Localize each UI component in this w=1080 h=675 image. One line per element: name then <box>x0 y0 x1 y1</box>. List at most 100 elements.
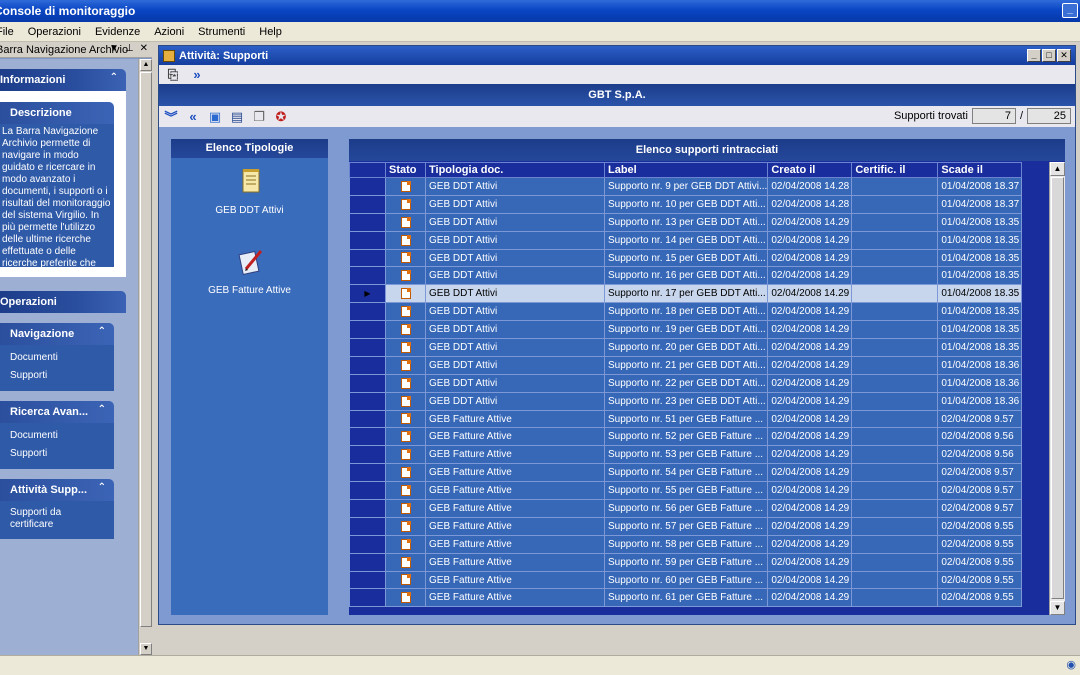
section-navigazione-header[interactable]: Navigazione ⌃ <box>0 323 114 345</box>
dropdown-icon[interactable]: ▼ <box>109 43 119 54</box>
menu-operazioni[interactable]: Operazioni <box>21 26 88 38</box>
group-informazioni-header[interactable]: Informazioni ⌃ <box>0 69 126 91</box>
collapse-icon[interactable]: ⌃ <box>110 72 118 83</box>
table-row[interactable]: GEB DDT Attivi Supporto nr. 14 per GEB DD… <box>349 230 1023 250</box>
expand-down-icon[interactable]: ︾ <box>163 109 179 125</box>
group-operazioni-header[interactable]: Operazioni <box>0 291 126 313</box>
row-indicator[interactable] <box>349 499 386 518</box>
row-indicator[interactable] <box>349 194 386 214</box>
table-row[interactable]: GEB DDT Attivi Supporto nr. 19 per GEB DD… <box>349 320 1023 340</box>
child-maximize-button[interactable]: □ <box>1042 49 1056 62</box>
row-indicator[interactable] <box>349 552 386 572</box>
table-row[interactable]: GEB Fatture Attive Supporto nr. 55 per GE… <box>349 481 1023 501</box>
row-indicator[interactable] <box>349 338 386 357</box>
scroll-thumb[interactable] <box>1051 177 1064 599</box>
row-indicator[interactable] <box>349 212 386 232</box>
scroll-up-icon[interactable]: ▲ <box>1050 162 1065 176</box>
row-indicator[interactable] <box>349 373 386 393</box>
menu-help[interactable]: Help <box>252 26 289 38</box>
child-minimize-button[interactable]: _ <box>1027 49 1041 62</box>
link-supporti[interactable]: Supporti <box>10 367 104 385</box>
row-indicator[interactable] <box>349 266 386 286</box>
scroll-down-icon[interactable]: ▼ <box>1050 601 1065 615</box>
minimize-button[interactable]: _ <box>1062 3 1078 18</box>
table-row[interactable]: GEB Fatture Attive Supporto nr. 56 per GE… <box>349 499 1023 518</box>
table-row[interactable]: ▶ GEB DDT Attivi Supporto nr. 17 per GEB D… <box>349 284 1023 304</box>
table-row[interactable]: GEB DDT Attivi Supporto nr. 13 per GEB DD… <box>349 212 1023 232</box>
row-indicator[interactable] <box>349 177 386 196</box>
table-row[interactable]: GEB Fatture Attive Supporto nr. 52 per GE… <box>349 427 1023 447</box>
row-indicator[interactable] <box>349 391 386 411</box>
menu-evidenze[interactable]: Evidenze <box>88 26 147 38</box>
menu-azioni[interactable]: Azioni <box>147 26 191 38</box>
row-indicator[interactable] <box>349 248 386 268</box>
collapse-icon[interactable]: ⌃ <box>98 326 106 337</box>
table-row[interactable]: GEB DDT Attivi Supporto nr. 10 per GEB DD… <box>349 194 1023 214</box>
section-attivita-header[interactable]: Attività Supp... ⌃ <box>0 479 114 501</box>
table-row[interactable]: GEB DDT Attivi Supporto nr. 18 per GEB DD… <box>349 302 1023 322</box>
table-row[interactable]: GEB Fatture Attive Supporto nr. 53 per GE… <box>349 445 1023 465</box>
child-close-button[interactable]: ✕ <box>1057 49 1071 62</box>
table-row[interactable]: GEB Fatture Attive Supporto nr. 54 per GE… <box>349 463 1023 483</box>
table-row[interactable]: GEB DDT Attivi Supporto nr. 22 per GEB DD… <box>349 373 1023 393</box>
link-ricerca-documenti[interactable]: Documenti <box>10 427 104 445</box>
table-row[interactable]: GEB Fatture Attive Supporto nr. 58 per GE… <box>349 534 1023 554</box>
table-row[interactable]: GEB Fatture Attive Supporto nr. 61 per GE… <box>349 588 1023 608</box>
table-row[interactable]: GEB Fatture Attive Supporto nr. 51 per GE… <box>349 409 1023 429</box>
row-indicator[interactable] <box>349 516 386 536</box>
row-indicator[interactable] <box>349 588 386 608</box>
row-indicator[interactable] <box>349 481 386 501</box>
table-row[interactable]: GEB DDT Attivi Supporto nr. 15 per GEB DD… <box>349 248 1023 268</box>
section-ricerca-header[interactable]: Ricerca Avan... ⌃ <box>0 401 114 423</box>
row-indicator[interactable] <box>349 534 386 554</box>
table-row[interactable]: GEB DDT Attivi Supporto nr. 23 per GEB DD… <box>349 391 1023 411</box>
save-icon[interactable]: ▤ <box>229 109 245 125</box>
row-indicator[interactable] <box>349 427 386 447</box>
scroll-up-icon[interactable]: ▲ <box>140 59 152 71</box>
scroll-thumb[interactable] <box>140 72 152 627</box>
row-indicator[interactable] <box>349 320 386 340</box>
row-indicator[interactable] <box>349 570 386 590</box>
scroll-down-icon[interactable]: ▼ <box>140 643 152 655</box>
column-header-certificato[interactable]: Certific. il <box>851 162 939 178</box>
column-header-scade[interactable]: Scade il <box>937 162 1023 178</box>
link-ricerca-supporti[interactable]: Supporti <box>10 445 104 463</box>
row-indicator[interactable]: ▶ <box>349 284 386 304</box>
column-header-tipologia[interactable]: Tipologia doc. <box>425 162 605 178</box>
table-row[interactable]: GEB Fatture Attive Supporto nr. 57 per GE… <box>349 516 1023 536</box>
menu-file[interactable]: File <box>0 26 21 38</box>
table-row[interactable]: GEB Fatture Attive Supporto nr. 59 per GE… <box>349 552 1023 572</box>
row-indicator[interactable] <box>349 230 386 250</box>
supporti-window-titlebar[interactable]: Attività: Supporti _ □ ✕ <box>159 46 1075 65</box>
table-row[interactable]: GEB DDT Attivi Supporto nr. 9 per GEB DDT… <box>349 177 1023 196</box>
table-row[interactable]: GEB DDT Attivi Supporto nr. 16 per GEB DD… <box>349 266 1023 286</box>
column-header-creato[interactable]: Creato il <box>767 162 853 178</box>
row-indicator[interactable] <box>349 445 386 465</box>
table-row[interactable]: GEB DDT Attivi Supporto nr. 20 per GEB DD… <box>349 338 1023 357</box>
link-documenti[interactable]: Documenti <box>10 349 104 367</box>
tipologia-item-ddt[interactable]: GEB DDT Attivi <box>171 167 328 216</box>
refresh-icon[interactable]: ▣ <box>207 109 223 125</box>
grid-scrollbar[interactable]: ▲ ▼ <box>1049 162 1065 615</box>
collapse-icon[interactable]: ⌃ <box>98 482 106 493</box>
navigation-scrollbar[interactable]: ▲ ▼ <box>138 59 152 655</box>
row-indicator[interactable] <box>349 355 386 375</box>
close-icon[interactable]: ✕ <box>140 43 148 54</box>
row-indicator[interactable] <box>349 409 386 429</box>
table-row[interactable]: GEB Fatture Attive Supporto nr. 60 per GE… <box>349 570 1023 590</box>
copy-icon[interactable]: ❐ <box>251 109 267 125</box>
pin-icon[interactable]: ⊥ <box>125 43 134 54</box>
column-header-label[interactable]: Label <box>603 162 769 178</box>
forward-double-icon[interactable]: » <box>189 67 205 83</box>
tipologia-item-fatture[interactable]: GEB Fatture Attive <box>171 247 328 296</box>
table-row[interactable]: GEB DDT Attivi Supporto nr. 21 per GEB DD… <box>349 355 1023 375</box>
row-indicator[interactable] <box>349 302 386 322</box>
back-double-icon[interactable]: « <box>185 109 201 125</box>
collapse-icon[interactable]: ⌃ <box>98 404 106 415</box>
certificate-icon[interactable]: ✪ <box>273 109 289 125</box>
link-supporti-da-certificare[interactable]: Supporti da certificare <box>10 507 104 531</box>
exit-icon[interactable]: ⎘ <box>165 67 181 83</box>
window-titlebar[interactable]: Console di monitoraggio _ <box>0 0 1080 22</box>
column-header-stato[interactable]: Stato <box>385 162 426 178</box>
row-indicator[interactable] <box>349 463 386 483</box>
